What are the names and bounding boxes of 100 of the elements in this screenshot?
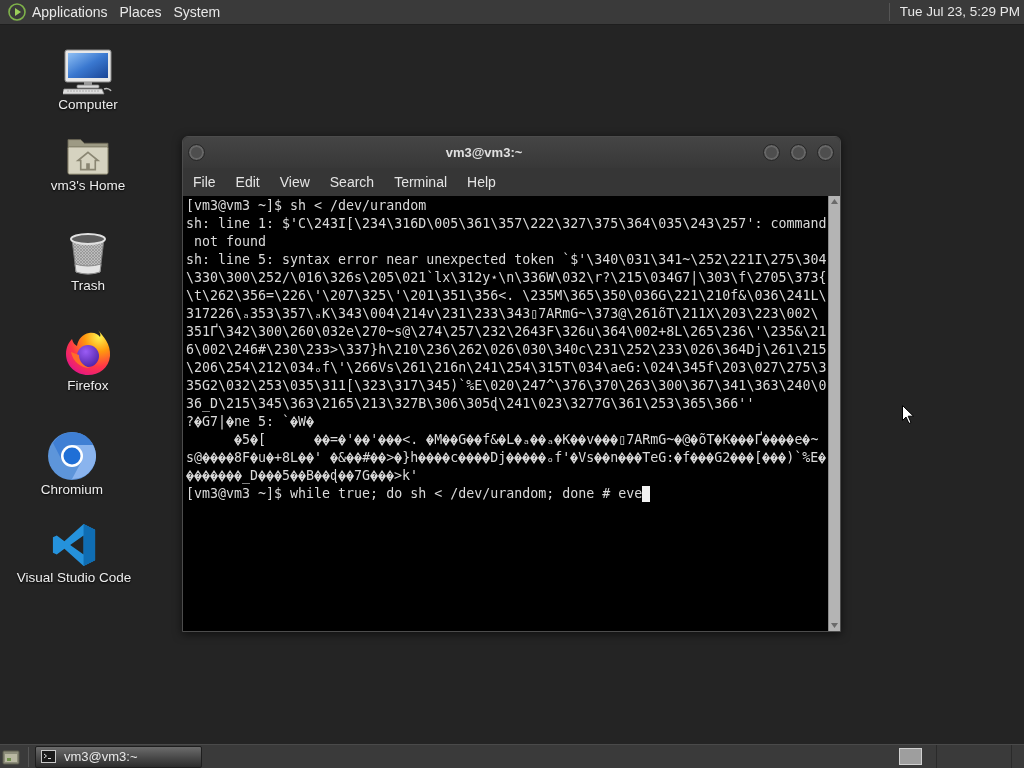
desktop-icon-label[interactable]: vm3's Home (50, 178, 126, 194)
question-diamond-icon (426, 434, 435, 446)
question-diamond-icon (714, 434, 723, 446)
terminal-text: 7G (354, 467, 371, 485)
terminal-text: M (434, 431, 443, 449)
window-menu-button[interactable] (188, 144, 205, 161)
terminal-text: 317226\ₐ353\357\ₐK\343\004\214v\231\233\343▯7ARmG~\373@\261õT\211X\203\223\002\ (186, 305, 819, 323)
question-diamond-icon (690, 452, 699, 464)
terminal-text: \t\262\356=\226\'\207\325\'\201\351\356<. \235M\365\350\036G\221\210f&\036\241L\ (186, 287, 827, 305)
terminal-text: n (610, 449, 619, 467)
menu-item[interactable]: Help (457, 171, 506, 193)
terminal-text: v (586, 431, 595, 449)
up-arrow-icon[interactable] (831, 199, 838, 204)
question-diamond-icon (386, 434, 395, 446)
question-diamond-icon (530, 452, 539, 464)
desktop-icon-label[interactable]: Chromium (40, 482, 104, 498)
terminal-text: L (506, 431, 515, 449)
question-diamond-icon (530, 434, 539, 446)
desktop-icon-label[interactable]: Trash (71, 278, 105, 294)
question-diamond-icon (786, 434, 795, 446)
terminal-text: e (794, 431, 803, 449)
question-diamond-icon (354, 434, 363, 446)
home-folder-icon (66, 136, 110, 176)
question-diamond-icon (298, 470, 307, 482)
mouse-pointer-icon (902, 405, 914, 424)
question-diamond-icon (730, 452, 739, 464)
terminal-text: 351Ґ\342\300\260\032e\270~s@\274\257\232\2643F\326u\364\002+8L\265\236\'\235&\21 (186, 323, 827, 341)
terminal-text: TeG: (642, 449, 675, 467)
terminal-text: u (258, 449, 267, 467)
question-diamond-icon (570, 452, 579, 464)
question-diamond-icon (322, 434, 331, 446)
down-arrow-icon[interactable] (831, 623, 838, 628)
question-diamond-icon (498, 434, 507, 446)
question-diamond-icon (458, 452, 467, 464)
terminal-text: [vm3@vm3 ~]$ sh < /dev/urandom (186, 197, 427, 215)
computer-monitor-icon (63, 49, 113, 95)
desktop-icon-label[interactable]: Visual Studio Code (16, 570, 132, 586)
question-diamond-icon (234, 434, 243, 446)
terminal-text: }h (402, 449, 419, 467)
question-diamond-icon (418, 452, 427, 464)
taskbar-window-button[interactable]: vm3@vm3:~ (35, 745, 202, 768)
panel-menu[interactable]: System (167, 2, 227, 22)
question-diamond-icon (266, 452, 275, 464)
close-button[interactable] (817, 144, 834, 161)
question-diamond-icon (370, 452, 379, 464)
question-diamond-icon (514, 452, 523, 464)
terminal-text: sh: line 1: $'C\243I[\234\316D\005\361\357\222\327\375\364\035\243\257': command (186, 215, 827, 233)
terminal-text: G2 (714, 449, 731, 467)
terminal-text: 8F (234, 449, 251, 467)
menu-item[interactable]: Terminal (384, 171, 458, 193)
terminal-text: Dj (490, 449, 507, 467)
show-desktop-icon[interactable] (2, 747, 20, 766)
clock[interactable]: Tue Jul 23, 5:29 PM (899, 1, 1024, 23)
minimize-button[interactable] (763, 144, 780, 161)
question-diamond-icon (314, 470, 323, 482)
question-diamond-icon (746, 434, 755, 446)
terminal-text: 35G2\032\253\035\311[\323\317\345)`%E\020\247^\376\370\263\300\367\341\363\240\0 (186, 377, 827, 395)
terminal-text: f& (482, 431, 499, 449)
menu-item[interactable]: File (183, 171, 226, 193)
terminal-text: [vm3@vm3 ~]$ while true; do sh < /dev/urandom; done # eve (186, 485, 643, 503)
terminal-text: )`%E (786, 449, 819, 467)
question-diamond-icon (250, 452, 259, 464)
workspace-switcher[interactable] (899, 748, 922, 765)
desktop-icon-label[interactable]: Firefox (67, 378, 109, 394)
menu-item[interactable]: Edit (225, 171, 270, 193)
play-circle-icon[interactable] (8, 3, 26, 21)
maximize-button[interactable] (790, 144, 807, 161)
terminal-text: Vs (578, 449, 595, 467)
question-diamond-icon (290, 416, 299, 428)
panel-menu[interactable]: Places (113, 2, 168, 22)
terminal-text: ▯7ARmG~ (618, 431, 675, 449)
panel-menu[interactable]: Applications (26, 2, 114, 22)
question-diamond-icon (578, 434, 587, 446)
question-diamond-icon (554, 434, 563, 446)
terminal-text: 5 (242, 431, 251, 449)
chromium-logo-icon (48, 432, 96, 480)
question-diamond-icon (474, 452, 483, 464)
terminal-text: 36_D\215\345\363\2165\213\327B\306\305ɖ\241\023\3277G\361\253\365\366'' (186, 395, 755, 413)
question-diamond-icon (522, 452, 531, 464)
question-diamond-icon (770, 434, 779, 446)
question-diamond-icon (594, 452, 603, 464)
question-diamond-icon (778, 434, 787, 446)
question-diamond-icon (378, 452, 387, 464)
vscode-logo-icon (51, 522, 97, 568)
question-diamond-icon (474, 434, 483, 446)
menu-item[interactable]: Search (319, 171, 385, 193)
question-diamond-icon (330, 452, 339, 464)
question-diamond-icon (442, 452, 451, 464)
question-diamond-icon (450, 434, 459, 446)
desktop-icon-label[interactable]: Computer (58, 97, 118, 113)
terminal-text: [ (754, 449, 763, 467)
question-diamond-icon (738, 434, 747, 446)
scrollbar[interactable] (828, 196, 840, 631)
terminal-text: ne 5: ` (234, 413, 291, 431)
question-diamond-icon (514, 434, 523, 446)
terminal-text: B (306, 467, 315, 485)
question-diamond-icon (394, 434, 403, 446)
question-diamond-icon (250, 434, 259, 446)
terminal-text: W (298, 413, 307, 431)
menu-item[interactable]: View (269, 171, 320, 193)
